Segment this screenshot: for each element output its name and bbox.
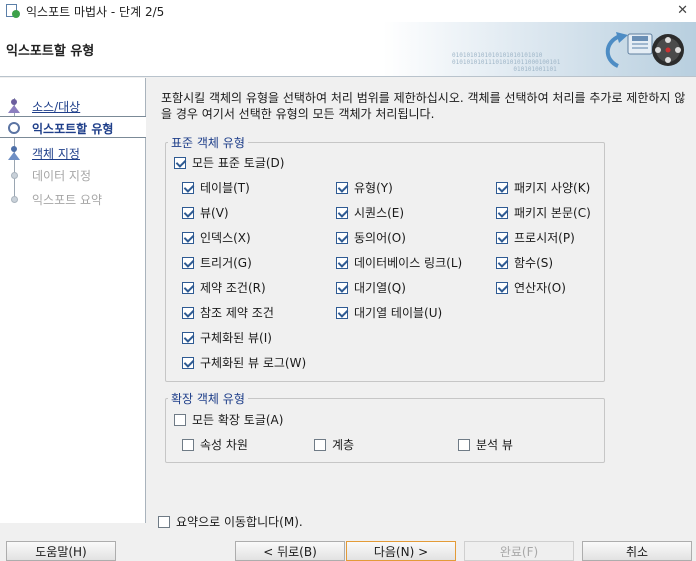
checkbox-box[interactable]: [158, 515, 170, 528]
checkbox-package-body[interactable]: 패키지 본문(C): [496, 204, 591, 221]
toggle-all-extended-checkbox[interactable]: 모든 확장 토글(A): [174, 411, 283, 428]
checkbox-procedure[interactable]: 프로시저(P): [496, 229, 575, 246]
step-specify-objects[interactable]: 객체 지정: [0, 142, 146, 164]
checkbox-function[interactable]: 함수(S): [496, 254, 553, 271]
checkbox-box[interactable]: [182, 438, 194, 451]
checkbox-box[interactable]: [182, 356, 194, 369]
checkbox-type[interactable]: 유형(Y): [336, 179, 393, 196]
back-button[interactable]: < 뒤로(B): [235, 541, 345, 561]
step-specify-data: 데이터 지정: [0, 164, 146, 186]
checkbox-box[interactable]: [182, 181, 194, 194]
checkbox-box[interactable]: [174, 413, 186, 426]
person-icon: [8, 146, 20, 160]
checkbox-box[interactable]: [182, 231, 194, 244]
step-dot-icon: [11, 196, 18, 203]
checkbox-package-spec[interactable]: 패키지 사양(K): [496, 179, 590, 196]
checkbox-box[interactable]: [174, 156, 186, 169]
intro-text: 포함시킬 객체의 유형을 선택하여 처리 범위를 제한하십시오. 객체를 선택하…: [161, 91, 686, 121]
toggle-all-standard-checkbox[interactable]: 모든 표준 토글(D): [174, 154, 284, 171]
wizard-content: 포함시킬 객체의 유형을 선택하여 처리 범위를 제한하십시오. 객체를 선택하…: [147, 78, 696, 523]
title-bar: 익스포트 마법사 - 단계 2/5 ✕: [0, 0, 696, 22]
checkbox-operator[interactable]: 연산자(O): [496, 279, 566, 296]
checkbox-analytic-view[interactable]: 분석 뷰: [458, 436, 513, 453]
go-to-summary-checkbox[interactable]: 요약으로 이동합니다(M).: [158, 513, 303, 530]
step-label: 객체 지정: [32, 147, 80, 161]
checkbox-box[interactable]: [496, 181, 508, 194]
checkbox-box[interactable]: [182, 331, 194, 344]
checkbox-view[interactable]: 뷰(V): [182, 204, 229, 221]
app-icon: [6, 4, 20, 18]
checkbox-materialized-view-log[interactable]: 구체화된 뷰 로그(W): [182, 354, 306, 371]
cancel-button[interactable]: 취소: [582, 541, 692, 561]
wizard-steps-sidebar: 소스/대상 익스포트할 유형 객체 지정 데이터 지정 익스포트 요약: [0, 78, 146, 523]
checkbox-box[interactable]: [458, 438, 470, 451]
checkbox-box[interactable]: [496, 231, 508, 244]
checkbox-hierarchy[interactable]: 계층: [314, 436, 354, 453]
current-step-icon: [8, 122, 20, 134]
step-source-target[interactable]: 소스/대상: [0, 95, 146, 117]
step-label: 데이터 지정: [32, 169, 92, 183]
checkbox-box[interactable]: [182, 256, 194, 269]
checkbox-box[interactable]: [182, 206, 194, 219]
checkbox-box[interactable]: [496, 256, 508, 269]
person-icon: [8, 99, 20, 113]
binary-decoration: 0101010101010101010101010 01010101011101…: [452, 52, 561, 73]
window-title: 익스포트 마법사 - 단계 2/5: [26, 4, 165, 19]
checkbox-box[interactable]: [182, 281, 194, 294]
step-label: 익스포트 요약: [32, 193, 103, 207]
help-button[interactable]: 도움말(H): [6, 541, 116, 561]
checkbox-box[interactable]: [496, 281, 508, 294]
step-label: 소스/대상: [32, 100, 81, 114]
checkbox-index[interactable]: 인덱스(X): [182, 229, 251, 246]
checkbox-box[interactable]: [314, 438, 326, 451]
finish-button: 완료(F): [464, 541, 574, 561]
page-title: 익스포트할 유형: [6, 44, 95, 59]
wizard-header: 익스포트할 유형 0101010101010101010101010 01010…: [0, 22, 696, 77]
close-icon[interactable]: ✕: [677, 3, 688, 18]
checkbox-box[interactable]: [496, 206, 508, 219]
checkbox-materialized-view[interactable]: 구체화된 뷰(I): [182, 329, 272, 346]
step-export-summary: 익스포트 요약: [0, 188, 146, 210]
checkbox-box[interactable]: [336, 256, 348, 269]
checkbox-box[interactable]: [336, 181, 348, 194]
checkbox-box[interactable]: [336, 231, 348, 244]
checkbox-queue[interactable]: 대기열(Q): [336, 279, 406, 296]
checkbox-box[interactable]: [336, 306, 348, 319]
checkbox-queue-table[interactable]: 대기열 테이블(U): [336, 304, 442, 321]
sql-export-graphic-icon: [605, 32, 684, 68]
step-types-to-export[interactable]: 익스포트할 유형: [0, 116, 146, 138]
checkbox-box[interactable]: [336, 206, 348, 219]
checkbox-box[interactable]: [182, 306, 194, 319]
extended-types-legend: 확장 객체 유형: [171, 392, 245, 406]
step-dot-icon: [11, 172, 18, 179]
checkbox-table[interactable]: 테이블(T): [182, 179, 250, 196]
checkbox-constraint[interactable]: 제약 조건(R): [182, 279, 266, 296]
next-button[interactable]: 다음(N) >: [346, 541, 456, 561]
checkbox-sequence[interactable]: 시퀀스(E): [336, 204, 404, 221]
checkbox-trigger[interactable]: 트리거(G): [182, 254, 252, 271]
checkbox-attribute-dimension[interactable]: 속성 차원: [182, 436, 248, 453]
checkbox-synonym[interactable]: 동의어(O): [336, 229, 406, 246]
standard-types-legend: 표준 객체 유형: [171, 136, 245, 150]
step-label: 익스포트할 유형: [32, 122, 114, 136]
checkbox-database-link[interactable]: 데이터베이스 링크(L): [336, 254, 462, 271]
checkbox-ref-constraint[interactable]: 참조 제약 조건: [182, 304, 274, 321]
checkbox-box[interactable]: [336, 281, 348, 294]
